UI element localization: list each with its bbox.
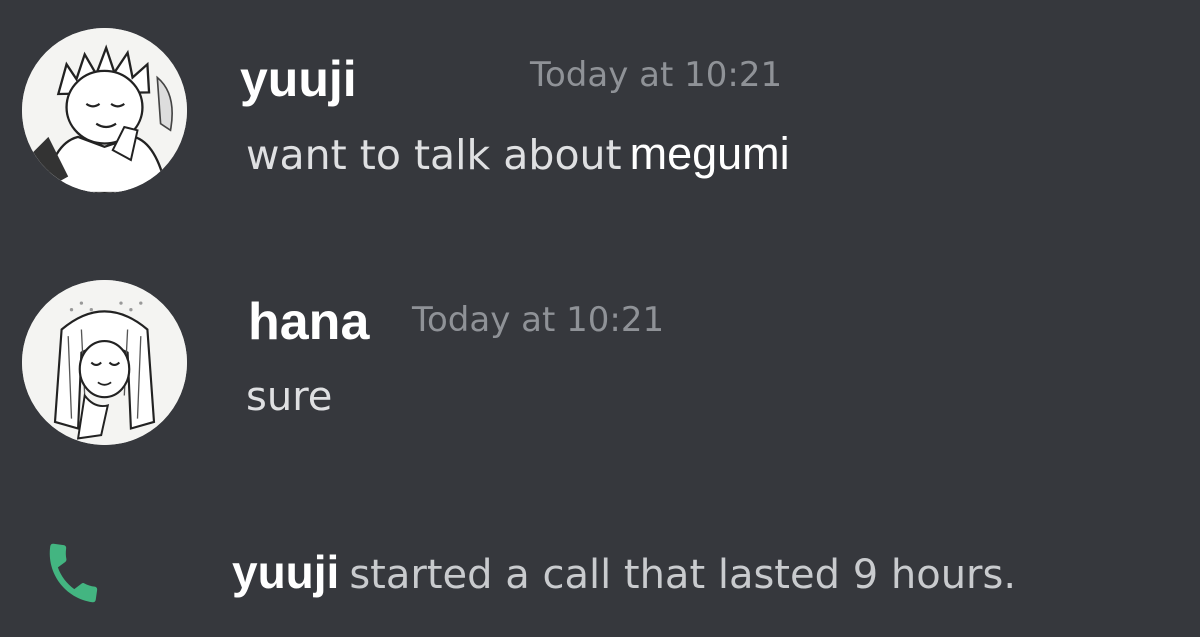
call-author[interactable]: yuuji bbox=[232, 546, 339, 598]
avatar-illustration bbox=[22, 28, 187, 193]
message-content: sure bbox=[246, 374, 333, 420]
phone-icon bbox=[49, 543, 98, 603]
message-text-added: megumi bbox=[629, 128, 790, 179]
chat-panel: yuuji Today at 10:21 want to talk about m… bbox=[0, 0, 1200, 637]
message-author[interactable]: yuuji bbox=[240, 50, 357, 108]
avatar-illustration bbox=[22, 280, 187, 445]
message-author[interactable]: hana bbox=[248, 292, 369, 352]
user-avatar[interactable] bbox=[22, 280, 187, 445]
call-text: yuuji started a call that lasted 9 hours. bbox=[232, 545, 1016, 599]
call-description: started a call that lasted 9 hours. bbox=[349, 552, 1017, 598]
message-timestamp: Today at 10:21 bbox=[530, 55, 783, 95]
message-timestamp: Today at 10:21 bbox=[412, 300, 665, 340]
user-avatar[interactable] bbox=[22, 28, 187, 193]
message-content: want to talk about megumi bbox=[246, 128, 790, 180]
message-text: want to talk about bbox=[246, 131, 622, 179]
